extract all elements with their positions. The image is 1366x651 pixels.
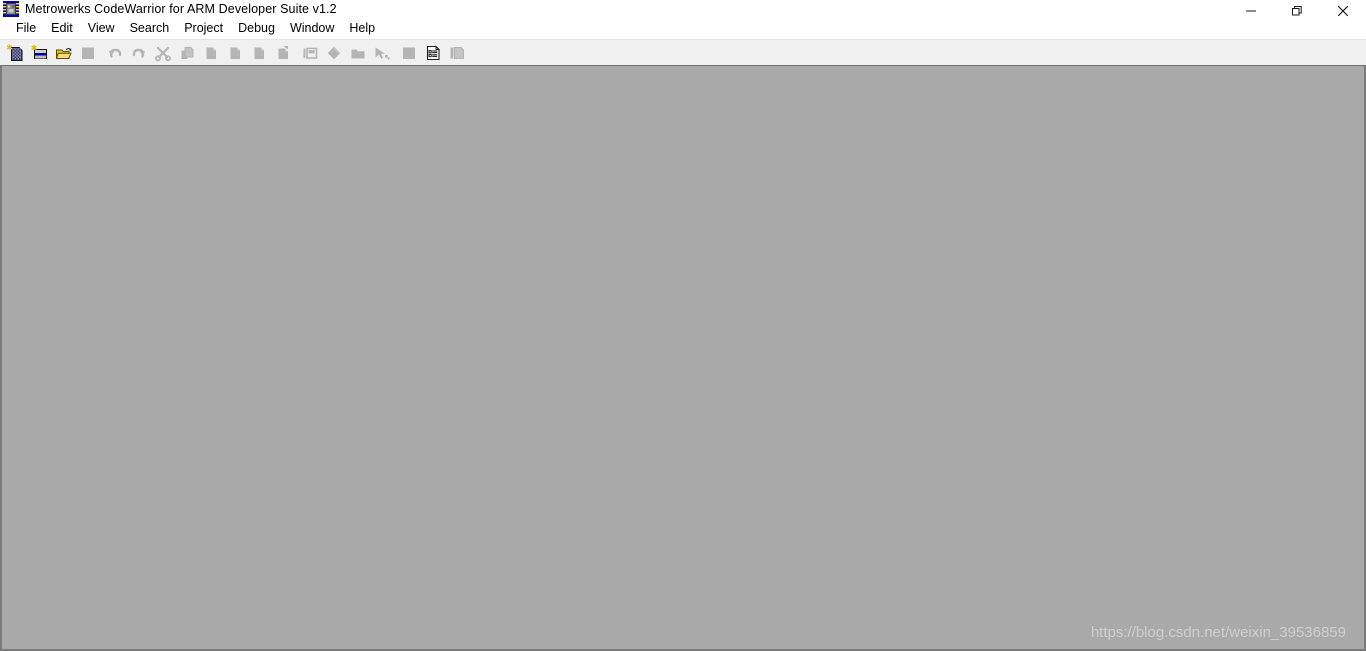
settings-doc-icon (426, 44, 441, 60)
new-project-icon (31, 44, 47, 59)
menu-item-view[interactable]: View (81, 18, 123, 39)
redo-arrow-icon (132, 48, 145, 58)
save-icon (82, 47, 94, 59)
stop-button (397, 41, 421, 65)
maximize-button[interactable] (1274, 0, 1320, 22)
folder-icon (351, 49, 365, 58)
project-settings-button[interactable] (421, 41, 445, 65)
folder-view-button (346, 41, 370, 65)
scissors-icon (155, 46, 171, 61)
minimize-button[interactable] (1228, 0, 1274, 22)
new-text-file-button[interactable] (4, 41, 28, 65)
mdi-client-area: https://blog.csdn.net/weixin_39536859 (0, 66, 1366, 651)
copy-button (175, 41, 199, 65)
redo-button (127, 41, 151, 65)
menu-item-project[interactable]: Project (177, 18, 231, 39)
menu-item-help[interactable]: Help (342, 18, 383, 39)
save-button (76, 41, 100, 65)
window-title: Metrowerks CodeWarrior for ARM Developer… (25, 2, 337, 16)
menu-bar: File Edit View Search Project Debug Wind… (0, 18, 1366, 40)
debug-bug-icon (375, 47, 390, 59)
undo-button (103, 41, 127, 65)
paste-icon (206, 47, 216, 59)
cut-button (151, 41, 175, 65)
marker-icon (327, 46, 341, 59)
menu-item-window[interactable]: Window (283, 18, 342, 39)
title-bar: Metrowerks CodeWarrior for ARM Developer… (0, 0, 1366, 18)
menu-item-edit[interactable]: Edit (44, 18, 81, 39)
find-in-files-icon (278, 45, 288, 59)
undo-arrow-icon (109, 48, 122, 58)
sparkle-icon (31, 44, 37, 50)
cpu-chip-icon (3, 1, 19, 17)
menu-item-debug[interactable]: Debug (231, 18, 283, 39)
paste-button (199, 41, 223, 65)
application-window: Metrowerks CodeWarrior for ARM Developer… (0, 0, 1366, 651)
find-page-icon (230, 47, 240, 59)
find-next-button (247, 41, 271, 65)
open-folder-icon (55, 47, 72, 59)
window-controls (1228, 0, 1366, 22)
menu-item-file[interactable]: File (9, 18, 44, 39)
toolbar (0, 40, 1366, 66)
bookmark-button (322, 41, 346, 65)
sparkle-icon (7, 43, 13, 50)
open-file-button[interactable] (52, 41, 76, 65)
tile-windows-icon (450, 46, 464, 59)
run-debug-button (370, 41, 394, 65)
toggle-panel-button (298, 41, 322, 65)
close-button[interactable] (1320, 0, 1366, 22)
copy-icon (181, 46, 194, 59)
find-button (223, 41, 247, 65)
stop-square-icon (403, 47, 415, 59)
panel-layout-icon (303, 47, 318, 59)
tile-windows-button (445, 41, 469, 65)
find-next-page-icon (254, 47, 264, 59)
new-project-button[interactable] (28, 41, 52, 65)
menu-item-search[interactable]: Search (123, 18, 178, 39)
watermark-url: https://blog.csdn.net/weixin_39536859 (1090, 624, 1346, 641)
find-in-files-button (271, 41, 295, 65)
new-text-file-icon (7, 43, 23, 61)
